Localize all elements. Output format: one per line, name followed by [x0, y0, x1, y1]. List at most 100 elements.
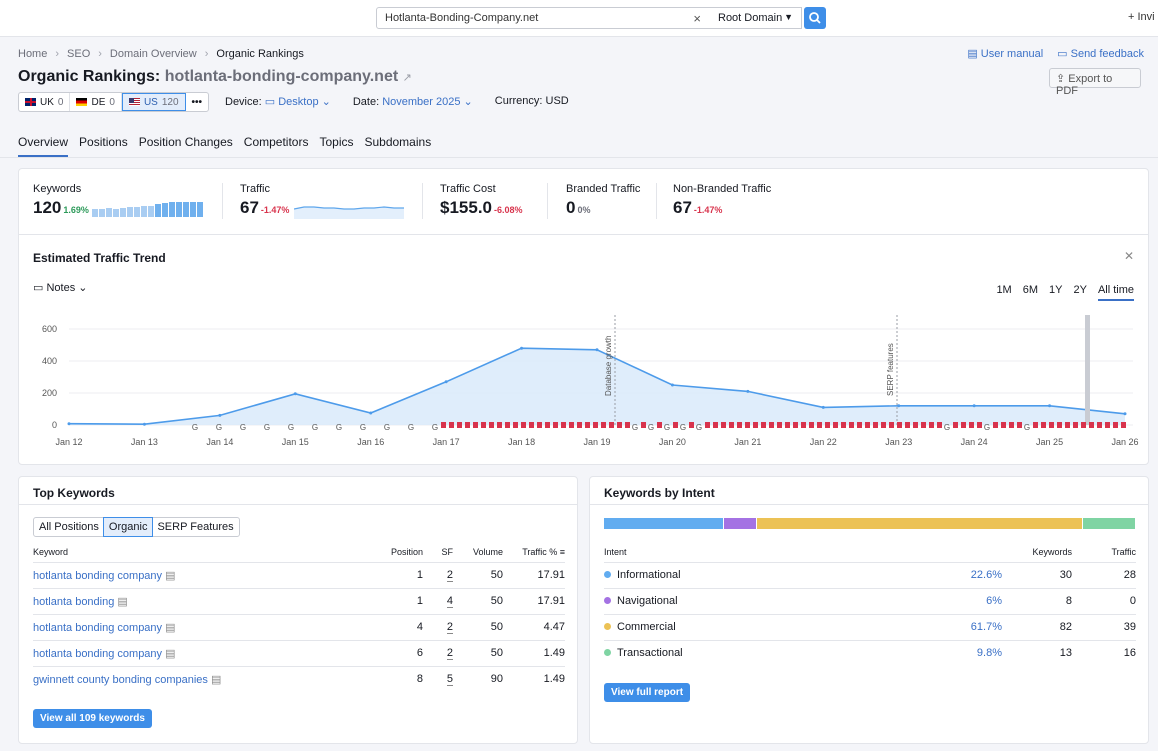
top-links: ▤ User manual ▭ Send feedback	[967, 47, 1144, 60]
intent-pct[interactable]: 22.6%	[904, 561, 1002, 588]
tab-topics[interactable]: Topics	[319, 135, 353, 157]
intent-pct[interactable]: 61.7%	[904, 613, 1002, 640]
close-icon[interactable]: ✕	[1124, 249, 1134, 263]
serp-marker	[553, 422, 558, 428]
keyword-link[interactable]: hotlanta bonding company ▤	[33, 561, 363, 588]
report-tabs: Overview Positions Position Changes Comp…	[18, 135, 431, 157]
device-filter[interactable]: Device: ▭ Desktop ⌄	[225, 95, 331, 108]
tab-position-changes[interactable]: Position Changes	[139, 135, 233, 157]
table-row: hotlanta bonding ▤ 1 4 50 17.91	[33, 587, 565, 614]
keyword-link[interactable]: hotlanta bonding company ▤	[33, 613, 363, 640]
col-traffic-pct[interactable]: Traffic % ≡	[503, 542, 565, 562]
sf-cell[interactable]: 4	[423, 587, 453, 614]
tab-overview[interactable]: Overview	[18, 135, 69, 157]
col-keyword[interactable]: Keyword	[33, 542, 363, 562]
serp-snapshot-icon[interactable]: ▤	[165, 648, 175, 660]
invite-link[interactable]: + Invi	[1128, 11, 1155, 23]
range-1y[interactable]: 1Y	[1049, 284, 1062, 301]
serp-marker	[593, 422, 598, 428]
search-button[interactable]	[804, 7, 826, 29]
serp-marker-google: G	[192, 423, 198, 432]
tab-subdomains[interactable]: Subdomains	[364, 135, 431, 157]
serp-snapshot-icon[interactable]: ▤	[211, 674, 221, 686]
serp-marker	[969, 422, 974, 428]
segment-organic[interactable]: Organic	[102, 517, 154, 537]
col-sf[interactable]: SF	[423, 542, 453, 562]
serp-marker	[737, 422, 742, 428]
serp-snapshot-icon[interactable]: ▤	[165, 570, 175, 582]
notes-dropdown[interactable]: ▭ Notes ⌄	[33, 281, 88, 294]
intent-pct[interactable]: 6%	[904, 587, 1002, 614]
x-tick-label: Jan 23	[885, 437, 912, 447]
serp-marker	[753, 422, 758, 428]
send-feedback-link[interactable]: ▭ Send feedback	[1057, 47, 1144, 60]
data-point	[1048, 404, 1052, 408]
segment-serp-features[interactable]: SERP Features	[152, 518, 238, 536]
metric-traffic-cost[interactable]: Traffic Cost $155.0 -6.08%	[440, 183, 523, 218]
keyword-link[interactable]: gwinnett county bonding companies ▤	[33, 665, 363, 692]
intent-pct[interactable]: 9.8%	[904, 639, 1002, 666]
segment-all-positions[interactable]: All Positions	[34, 518, 104, 536]
user-manual-link[interactable]: ▤ User manual	[967, 47, 1043, 60]
sf-cell[interactable]: 2	[423, 561, 453, 588]
col-volume[interactable]: Volume	[453, 542, 503, 562]
metric-branded-traffic[interactable]: Branded Traffic 0 0%	[566, 183, 640, 218]
range-all-time[interactable]: All time	[1097, 284, 1134, 301]
domain-search-input[interactable]: Hotlanta-Bonding-Company.net ×	[376, 7, 710, 29]
data-point	[595, 348, 599, 352]
serp-marker	[489, 422, 494, 428]
sf-cell[interactable]: 2	[423, 613, 453, 640]
breadcrumb-home[interactable]: Home	[18, 48, 47, 60]
sf-value: 2	[446, 647, 453, 660]
serp-marker-google: G	[944, 423, 950, 432]
db-uk[interactable]: UK 0	[19, 93, 71, 111]
serp-marker	[473, 422, 478, 428]
date-label: Date:	[352, 96, 380, 108]
keyword-text: hotlanta bonding company	[33, 647, 163, 660]
export-pdf-button[interactable]: ⇪ Export to PDF	[1049, 68, 1141, 97]
serp-marker-google: G	[360, 423, 366, 432]
breadcrumb-seo[interactable]: SEO	[67, 48, 90, 60]
metric-traffic[interactable]: Traffic 67 -1.47%	[240, 183, 289, 218]
view-full-report-button[interactable]: View full report	[604, 683, 691, 702]
title-prefix: Organic Rankings:	[18, 68, 161, 85]
intent-name: Transactional	[617, 647, 683, 660]
breadcrumb-domain-overview[interactable]: Domain Overview	[110, 48, 197, 60]
intent-bar-segment[interactable]	[1083, 518, 1135, 529]
more-databases-button[interactable]: •••	[186, 93, 209, 111]
metric-non-branded-traffic[interactable]: Non-Branded Traffic 67 -1.47%	[673, 183, 771, 218]
metric-keywords[interactable]: Keywords 120 1.69%	[33, 183, 89, 218]
intent-dot-icon	[604, 571, 611, 578]
intent-bar-segment[interactable]	[724, 518, 756, 529]
range-2y[interactable]: 2Y	[1073, 284, 1086, 301]
col-position[interactable]: Position	[363, 542, 423, 562]
db-us[interactable]: US 120	[121, 93, 186, 111]
range-6m[interactable]: 6M	[1023, 284, 1038, 301]
intent-bar-segment[interactable]	[756, 518, 1083, 529]
serp-snapshot-icon[interactable]: ▤	[165, 622, 175, 634]
trend-panel: Estimated Traffic Trend ✕ ▭ Notes ⌄ 1M 6…	[19, 235, 1148, 465]
serp-marker	[953, 422, 958, 428]
clear-icon[interactable]: ×	[693, 11, 701, 26]
col-traffic-label: Traffic %	[522, 546, 558, 557]
serp-marker	[841, 422, 846, 428]
sf-cell[interactable]: 5	[423, 665, 453, 692]
keyword-link[interactable]: hotlanta bonding ▤	[33, 587, 363, 614]
col-intent: Intent	[604, 546, 627, 557]
external-link-icon[interactable]: ↗	[403, 72, 412, 84]
title-domain-link[interactable]: hotlanta-bonding-company.net	[165, 68, 398, 85]
intent-bar-segment[interactable]	[604, 518, 724, 529]
scope-select[interactable]: Root Domain ▼	[709, 7, 802, 29]
serp-marker	[721, 422, 726, 428]
serp-snapshot-icon[interactable]: ▤	[117, 596, 127, 608]
tab-competitors[interactable]: Competitors	[244, 135, 309, 157]
serp-marker	[777, 422, 782, 428]
date-filter[interactable]: Date: November 2025 ⌄	[353, 95, 473, 108]
db-de[interactable]: DE 0	[70, 93, 122, 111]
keyword-link[interactable]: hotlanta bonding company ▤	[33, 639, 363, 666]
view-all-keywords-button[interactable]: View all 109 keywords	[33, 709, 152, 728]
range-1m[interactable]: 1M	[996, 284, 1011, 301]
tab-positions[interactable]: Positions	[79, 135, 128, 157]
sf-cell[interactable]: 2	[423, 639, 453, 666]
col-traffic: Traffic	[1111, 546, 1136, 557]
